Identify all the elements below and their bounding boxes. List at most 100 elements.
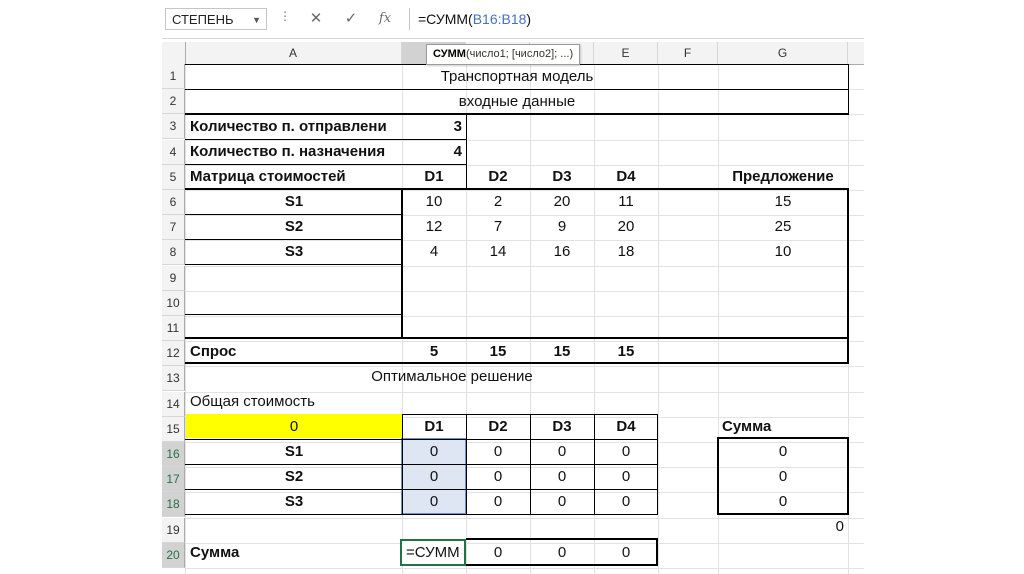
cost-cell[interactable]: 9 [530, 214, 594, 239]
demand-cell[interactable]: 15 [594, 339, 658, 364]
solution-cell[interactable]: 0 [594, 439, 658, 464]
row-header-8[interactable]: 8 [162, 240, 185, 266]
select-all-corner[interactable] [162, 42, 186, 64]
col-sum-cell[interactable]: 0 [530, 540, 594, 565]
title-cell[interactable]: Транспортная модель [186, 64, 848, 89]
supply-header[interactable]: Предложение [718, 164, 848, 189]
solution-cell[interactable]: 0 [594, 464, 658, 489]
row-header-11[interactable]: 11 [162, 316, 185, 341]
cancel-icon[interactable]: ✕ [303, 8, 329, 30]
header-d3[interactable]: D3 [530, 164, 594, 189]
demand-cell[interactable]: 15 [466, 339, 530, 364]
demand-cell[interactable]: 5 [402, 339, 466, 364]
row-header-17[interactable]: 17 [162, 467, 185, 493]
name-box[interactable]: СТЕПЕНЬ ▼ [165, 8, 267, 30]
solution-source-s2[interactable]: S2 [186, 464, 402, 489]
row-header-18[interactable]: 18 [162, 492, 185, 518]
header-d2[interactable]: D2 [466, 164, 530, 189]
solution-cell[interactable]: 0 [594, 489, 658, 514]
demand-label[interactable]: Спрос [186, 339, 402, 364]
row-header-2[interactable]: 2 [162, 89, 185, 115]
row-sum-cell[interactable]: 0 [718, 464, 848, 489]
row-sum-cell[interactable]: 0 [718, 489, 848, 514]
formula-input[interactable]: =СУММ(B16:B18) [409, 8, 864, 30]
cost-cell[interactable]: 10 [402, 189, 466, 214]
cost-cell[interactable]: 2 [466, 189, 530, 214]
total-cost-label[interactable]: Общая стоимость [186, 389, 402, 414]
supply-cell[interactable]: 15 [718, 189, 848, 214]
editing-formula-cell[interactable]: =СУММ [402, 540, 466, 565]
column-header-g[interactable]: G [718, 42, 848, 64]
chevron-down-icon[interactable]: ▼ [252, 9, 261, 31]
senders-label[interactable]: Количество п. отправлени [186, 114, 402, 139]
solution-source-s1[interactable]: S1 [186, 439, 402, 464]
sum-header[interactable]: Сумма [718, 414, 848, 439]
row-header-12[interactable]: 12 [162, 341, 185, 367]
receivers-label[interactable]: Количество п. назначения [186, 139, 402, 164]
cost-matrix-label[interactable]: Матрица стоимостей [186, 164, 402, 189]
optimal-solution-title[interactable]: Оптимальное решение [186, 364, 718, 389]
solution-cell[interactable]: 0 [402, 489, 466, 514]
grand-total-cell[interactable]: 0 [718, 514, 848, 539]
solution-header-d1[interactable]: D1 [402, 414, 466, 439]
solution-cell[interactable]: 0 [466, 489, 530, 514]
header-d4[interactable]: D4 [594, 164, 658, 189]
supply-cell[interactable]: 25 [718, 214, 848, 239]
cost-cell[interactable]: 11 [594, 189, 658, 214]
solution-header-d2[interactable]: D2 [466, 414, 530, 439]
demand-cell[interactable]: 15 [530, 339, 594, 364]
row-header-16[interactable]: 16 [162, 442, 185, 467]
solution-cell[interactable]: 0 [466, 439, 530, 464]
solution-cell[interactable]: 0 [466, 464, 530, 489]
senders-value[interactable]: 3 [402, 114, 466, 139]
cost-cell[interactable]: 18 [594, 239, 658, 264]
header-d1[interactable]: D1 [402, 164, 466, 189]
insert-function-icon[interactable]: fx [372, 8, 398, 30]
cost-cell[interactable]: 14 [466, 239, 530, 264]
row-header-13[interactable]: 13 [162, 366, 185, 392]
cost-cell[interactable]: 7 [466, 214, 530, 239]
total-cost-value[interactable]: 0 [186, 414, 402, 439]
row-header-19[interactable]: 19 [162, 517, 185, 543]
row-header-20[interactable]: 20 [162, 542, 185, 568]
function-tooltip[interactable]: СУММ(число1; [число2]; ...) [426, 44, 581, 65]
column-header-a[interactable]: A [185, 42, 402, 64]
subtitle-cell[interactable]: входные данные [186, 89, 848, 114]
cost-cell[interactable]: 20 [530, 189, 594, 214]
solution-cell[interactable]: 0 [530, 489, 594, 514]
row-header-10[interactable]: 10 [162, 290, 185, 316]
supply-cell[interactable]: 10 [718, 239, 848, 264]
solution-cell[interactable]: 0 [530, 464, 594, 489]
more-options-icon[interactable]: ⋮ [279, 9, 291, 23]
row-header-9[interactable]: 9 [162, 265, 185, 291]
column-header-f[interactable]: F [658, 42, 718, 64]
cost-cell[interactable]: 16 [530, 239, 594, 264]
row-header-15[interactable]: 15 [162, 416, 185, 442]
source-s3[interactable]: S3 [186, 239, 402, 264]
bottom-sum-label[interactable]: Сумма [186, 540, 402, 565]
solution-cell[interactable]: 0 [530, 439, 594, 464]
solution-header-d4[interactable]: D4 [594, 414, 658, 439]
row-header-5[interactable]: 5 [162, 164, 185, 190]
cost-cell[interactable]: 4 [402, 239, 466, 264]
col-sum-cell[interactable]: 0 [466, 540, 530, 565]
row-header-4[interactable]: 4 [162, 139, 185, 165]
solution-source-s3[interactable]: S3 [186, 489, 402, 514]
row-header-1[interactable]: 1 [162, 64, 185, 89]
enter-icon[interactable]: ✓ [338, 8, 364, 30]
receivers-value[interactable]: 4 [402, 139, 466, 164]
column-header-e[interactable]: E [594, 42, 658, 64]
row-header-7[interactable]: 7 [162, 215, 185, 241]
solution-cell[interactable]: 0 [402, 439, 466, 464]
row-header-3[interactable]: 3 [162, 114, 185, 140]
cost-cell[interactable]: 12 [402, 214, 466, 239]
source-s2[interactable]: S2 [186, 214, 402, 239]
row-header-6[interactable]: 6 [162, 190, 185, 215]
source-s1[interactable]: S1 [186, 189, 402, 214]
solution-cell[interactable]: 0 [402, 464, 466, 489]
row-header-14[interactable]: 14 [162, 391, 185, 417]
solution-header-d3[interactable]: D3 [530, 414, 594, 439]
cost-cell[interactable]: 20 [594, 214, 658, 239]
row-sum-cell[interactable]: 0 [718, 439, 848, 464]
col-sum-cell[interactable]: 0 [594, 540, 658, 565]
